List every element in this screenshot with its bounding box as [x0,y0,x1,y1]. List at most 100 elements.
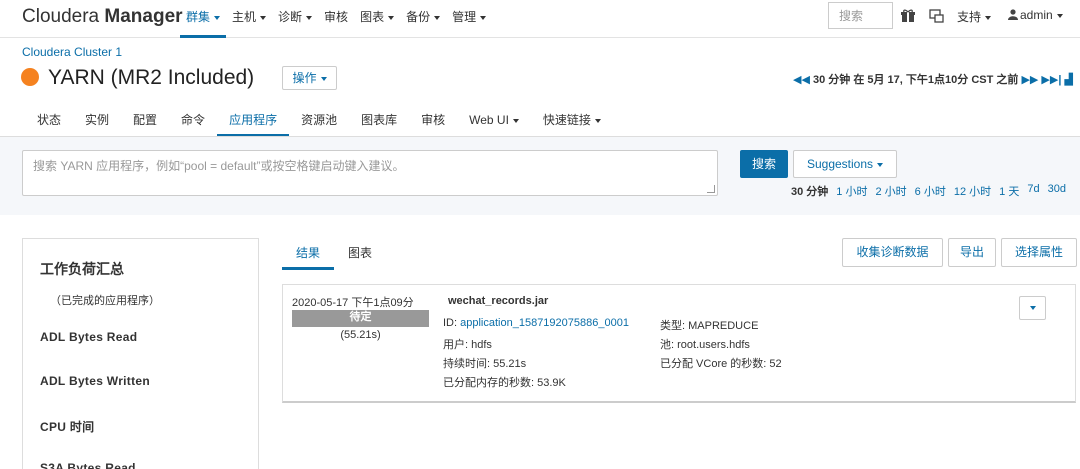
tab-instances[interactable]: 实例 [73,107,121,137]
results-tabs: 结果 图表 [282,240,386,270]
app-id-link[interactable]: application_1587192075886_0001 [460,317,629,329]
nav-diagnostics[interactable]: 诊断 [272,0,318,38]
nav-admin[interactable]: 管理 [446,0,492,38]
tab-resource-pools[interactable]: 资源池 [289,107,349,137]
chevron-down-icon [985,15,992,20]
nav-label: 管理 [452,10,477,24]
range-6h[interactable]: 6 小时 [915,183,946,199]
kv-label: 持续时间: [443,358,491,370]
chevron-down-icon [877,162,884,167]
range-30d[interactable]: 30d [1048,183,1066,199]
kv-value: 53.9K [537,377,566,389]
kv-value: 55.21s [493,358,527,370]
metric-cpu-time[interactable]: CPU 时间 [40,418,94,435]
time-marker-text: 30 分钟 在 5月 17, 下午1点10分 CST 之前 [812,74,1019,86]
time-marker: ◀◀ 30 分钟 在 5月 17, 下午1点10分 CST 之前 ▶▶ ▶▶| … [793,71,1073,87]
user-icon [1008,9,1018,20]
range-1d[interactable]: 1 天 [999,183,1019,199]
chevron-down-icon [434,15,441,20]
range-2h[interactable]: 2 小时 [875,183,906,199]
query-placeholder: 搜索 YARN 应用程序，例如“pool = default”或按空格键启动键入… [33,159,405,173]
tab-label: Web UI [469,113,509,127]
metric-adl-bytes-written[interactable]: ADL Bytes Written [40,374,150,388]
kv-label: 已分配内存的秒数: [443,377,535,389]
metric-adl-bytes-read[interactable]: ADL Bytes Read [40,330,137,344]
actions-dropdown-button[interactable]: 操作 [282,66,337,90]
nav-label: 备份 [406,10,431,24]
tab-audits[interactable]: 审核 [409,107,457,137]
range-12h[interactable]: 12 小时 [954,183,991,199]
kv-label: ID: [443,317,458,329]
workload-summary-subtitle: （已完成的应用程序） [50,295,160,307]
filter-panel: 搜索 YARN 应用程序，例如“pool = default”或按空格键启动键入… [0,137,1080,215]
page-title: YARN (MR2 Included) [48,66,255,89]
app-type: 类型: MAPREDUCE [660,317,758,333]
global-search-input[interactable]: 搜索 [828,2,893,29]
workload-summary-title: 工作负荷汇总 [40,261,124,277]
cloudera-manager-logo[interactable]: Cloudera Manager [22,6,183,28]
application-result-card: 2020-05-17 下午1点09分 待定 (55.21s) wechat_re… [282,284,1076,403]
tab-chart-library[interactable]: 图表库 [349,107,409,137]
kv-label: 池: [660,339,675,351]
support-label: 支持 [957,10,982,24]
tab-web-ui[interactable]: Web UI [457,107,531,137]
collect-diagnostics-button[interactable]: 收集诊断数据 [842,238,943,267]
export-button[interactable]: 导出 [948,238,996,267]
nav-label: 群集 [186,10,211,24]
tab-applications[interactable]: 应用程序 [217,107,290,137]
chevron-down-icon [388,15,395,20]
tab-label: 快速链接 [542,113,591,127]
select-attributes-button[interactable]: 选择属性 [1001,238,1077,267]
chevron-down-icon [480,15,487,20]
metric-s3a-bytes-read[interactable]: S3A Bytes Read [40,461,136,469]
breadcrumb-cluster[interactable]: Cloudera Cluster 1 [22,45,122,59]
service-health-status-icon [21,68,39,86]
histogram-chart-icon[interactable]: ▟ [1064,74,1072,86]
kv-value: hdfs [471,339,492,351]
kv-value: MAPREDUCE [688,320,759,332]
chevron-down-icon [1056,13,1063,18]
nav-charts[interactable]: 图表 [354,0,400,38]
tab-charts[interactable]: 图表 [334,240,386,270]
nav-audits[interactable]: 审核 [318,0,354,38]
user-name: admin [1020,8,1053,22]
app-pool: 池: root.users.hdfs [660,336,750,352]
chevron-down-icon [260,15,267,20]
tab-quick-links[interactable]: 快速链接 [531,107,613,137]
range-7d[interactable]: 7d [1027,183,1039,199]
kv-value: 52 [769,358,782,370]
chevron-down-icon [214,15,221,20]
range-1h[interactable]: 1 小时 [836,183,867,199]
tab-results[interactable]: 结果 [282,240,335,270]
tab-configuration[interactable]: 配置 [121,107,169,137]
app-actions-dropdown[interactable] [1019,296,1046,320]
support-menu[interactable]: 支持 [957,8,992,25]
nav-cluster[interactable]: 群集 [180,0,227,38]
logo-text: Cloudera [22,6,105,27]
search-button[interactable]: 搜索 [740,150,788,178]
step-forward-icon[interactable]: ▶▶ [1021,74,1038,86]
step-back-icon[interactable]: ◀◀ [793,74,810,86]
service-tabs: 状态 实例 配置 命令 应用程序 资源池 图表库 审核 Web UI 快速链接 [25,107,613,137]
tab-status[interactable]: 状态 [25,107,73,137]
jump-to-now-icon[interactable]: ▶▶| [1041,74,1061,86]
suggestions-label: Suggestions [806,157,874,171]
actions-label: 操作 [292,71,317,85]
user-menu[interactable]: admin [1008,8,1063,22]
chevron-down-icon [1029,305,1036,310]
running-commands-icon[interactable] [929,9,944,23]
chevron-down-icon [306,15,313,20]
tab-commands[interactable]: 命令 [169,107,217,137]
app-duration-short: (55.21s) [340,329,381,341]
top-nav: 群集 主机 诊断 审核 图表 备份 管理 [180,0,492,38]
nav-label: 图表 [360,10,385,24]
range-30m[interactable]: 30 分钟 [791,183,828,199]
suggestions-button[interactable]: Suggestions [793,150,897,178]
app-user: 用户: hdfs [443,336,492,352]
nav-backup[interactable]: 备份 [400,0,446,38]
parcel-gift-icon[interactable] [901,9,915,23]
nav-hosts[interactable]: 主机 [226,0,272,38]
yarn-query-textarea[interactable]: 搜索 YARN 应用程序，例如“pool = default”或按空格键启动键入… [22,150,718,196]
resize-handle-icon[interactable] [707,185,715,193]
kv-label: 类型: [660,320,686,332]
